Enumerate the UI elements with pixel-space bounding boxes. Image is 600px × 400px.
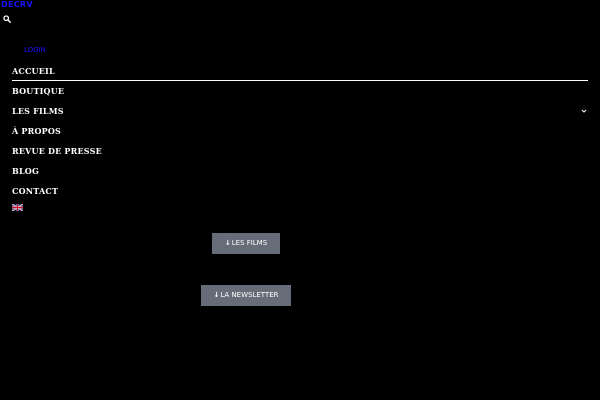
nav-item-label: LES FILMS — [12, 106, 64, 116]
arrow-down-icon: ↓ — [213, 291, 220, 299]
nav-item-revue-de-presse[interactable]: REVUE DE PRESSE — [12, 141, 588, 161]
button-label: LES FILMS — [231, 239, 268, 247]
search-icon[interactable] — [3, 15, 11, 23]
nav-item-a-propos[interactable]: À PROPOS — [12, 121, 588, 141]
arrow-down-icon: ↓ — [224, 239, 231, 247]
button-label: LA NEWSLETTER — [220, 291, 279, 299]
nav-item-accueil[interactable]: ACCUEIL — [12, 61, 588, 81]
nav-item-contact[interactable]: CONTACT — [12, 181, 588, 201]
login-link[interactable]: LOGIN — [24, 45, 46, 55]
chevron-down-icon[interactable] — [581, 108, 587, 114]
main-navigation: ACCUEIL BOUTIQUE LES FILMS À PROPOS REVU… — [12, 61, 588, 201]
nav-item-les-films[interactable]: LES FILMS — [12, 101, 588, 121]
uk-flag-icon[interactable] — [12, 204, 23, 211]
les-films-button[interactable]: ↓LES FILMS — [212, 233, 280, 254]
newsletter-button[interactable]: ↓LA NEWSLETTER — [201, 285, 291, 306]
nav-item-boutique[interactable]: BOUTIQUE — [12, 81, 588, 101]
site-logo[interactable]: DECRV — [1, 0, 33, 9]
nav-item-blog[interactable]: BLOG — [12, 161, 588, 181]
